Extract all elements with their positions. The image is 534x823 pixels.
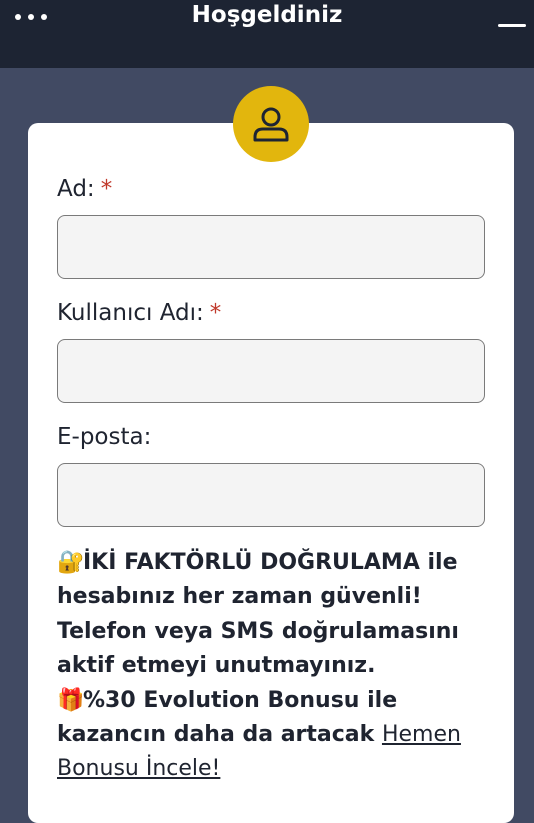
required-mark: * bbox=[209, 300, 222, 326]
username-input[interactable] bbox=[57, 339, 485, 403]
top-bar: Hoşgeldiniz bbox=[0, 0, 534, 68]
email-label: E-posta: bbox=[57, 424, 151, 450]
email-label-text: E-posta: bbox=[57, 424, 152, 450]
name-label-text: Ad: bbox=[57, 176, 95, 202]
bonus-text: %30 Evolution Bonusu ile kazancın daha d… bbox=[57, 687, 398, 748]
lock-icon: 🔐 bbox=[57, 550, 85, 575]
username-label-text: Kullanıcı Adı: bbox=[57, 300, 204, 326]
info-message: 🔐İKİ FAKTÖRLÜ DOĞRULAMA ile hesabınız he… bbox=[57, 546, 497, 787]
username-label: Kullanıcı Adı: * bbox=[57, 300, 221, 326]
user-avatar bbox=[233, 86, 309, 162]
email-input[interactable] bbox=[57, 463, 485, 527]
name-input[interactable] bbox=[57, 215, 485, 279]
page-title: Hoşgeldiniz bbox=[191, 2, 343, 28]
name-label: Ad: * bbox=[57, 176, 112, 202]
user-icon bbox=[253, 107, 289, 142]
required-mark: * bbox=[100, 176, 113, 202]
minimize-icon[interactable] bbox=[496, 14, 528, 38]
two-factor-text: İKİ FAKTÖRLÜ DOĞRULAMA ile hesabınız her… bbox=[57, 550, 459, 679]
gift-icon: 🎁 bbox=[57, 687, 85, 713]
